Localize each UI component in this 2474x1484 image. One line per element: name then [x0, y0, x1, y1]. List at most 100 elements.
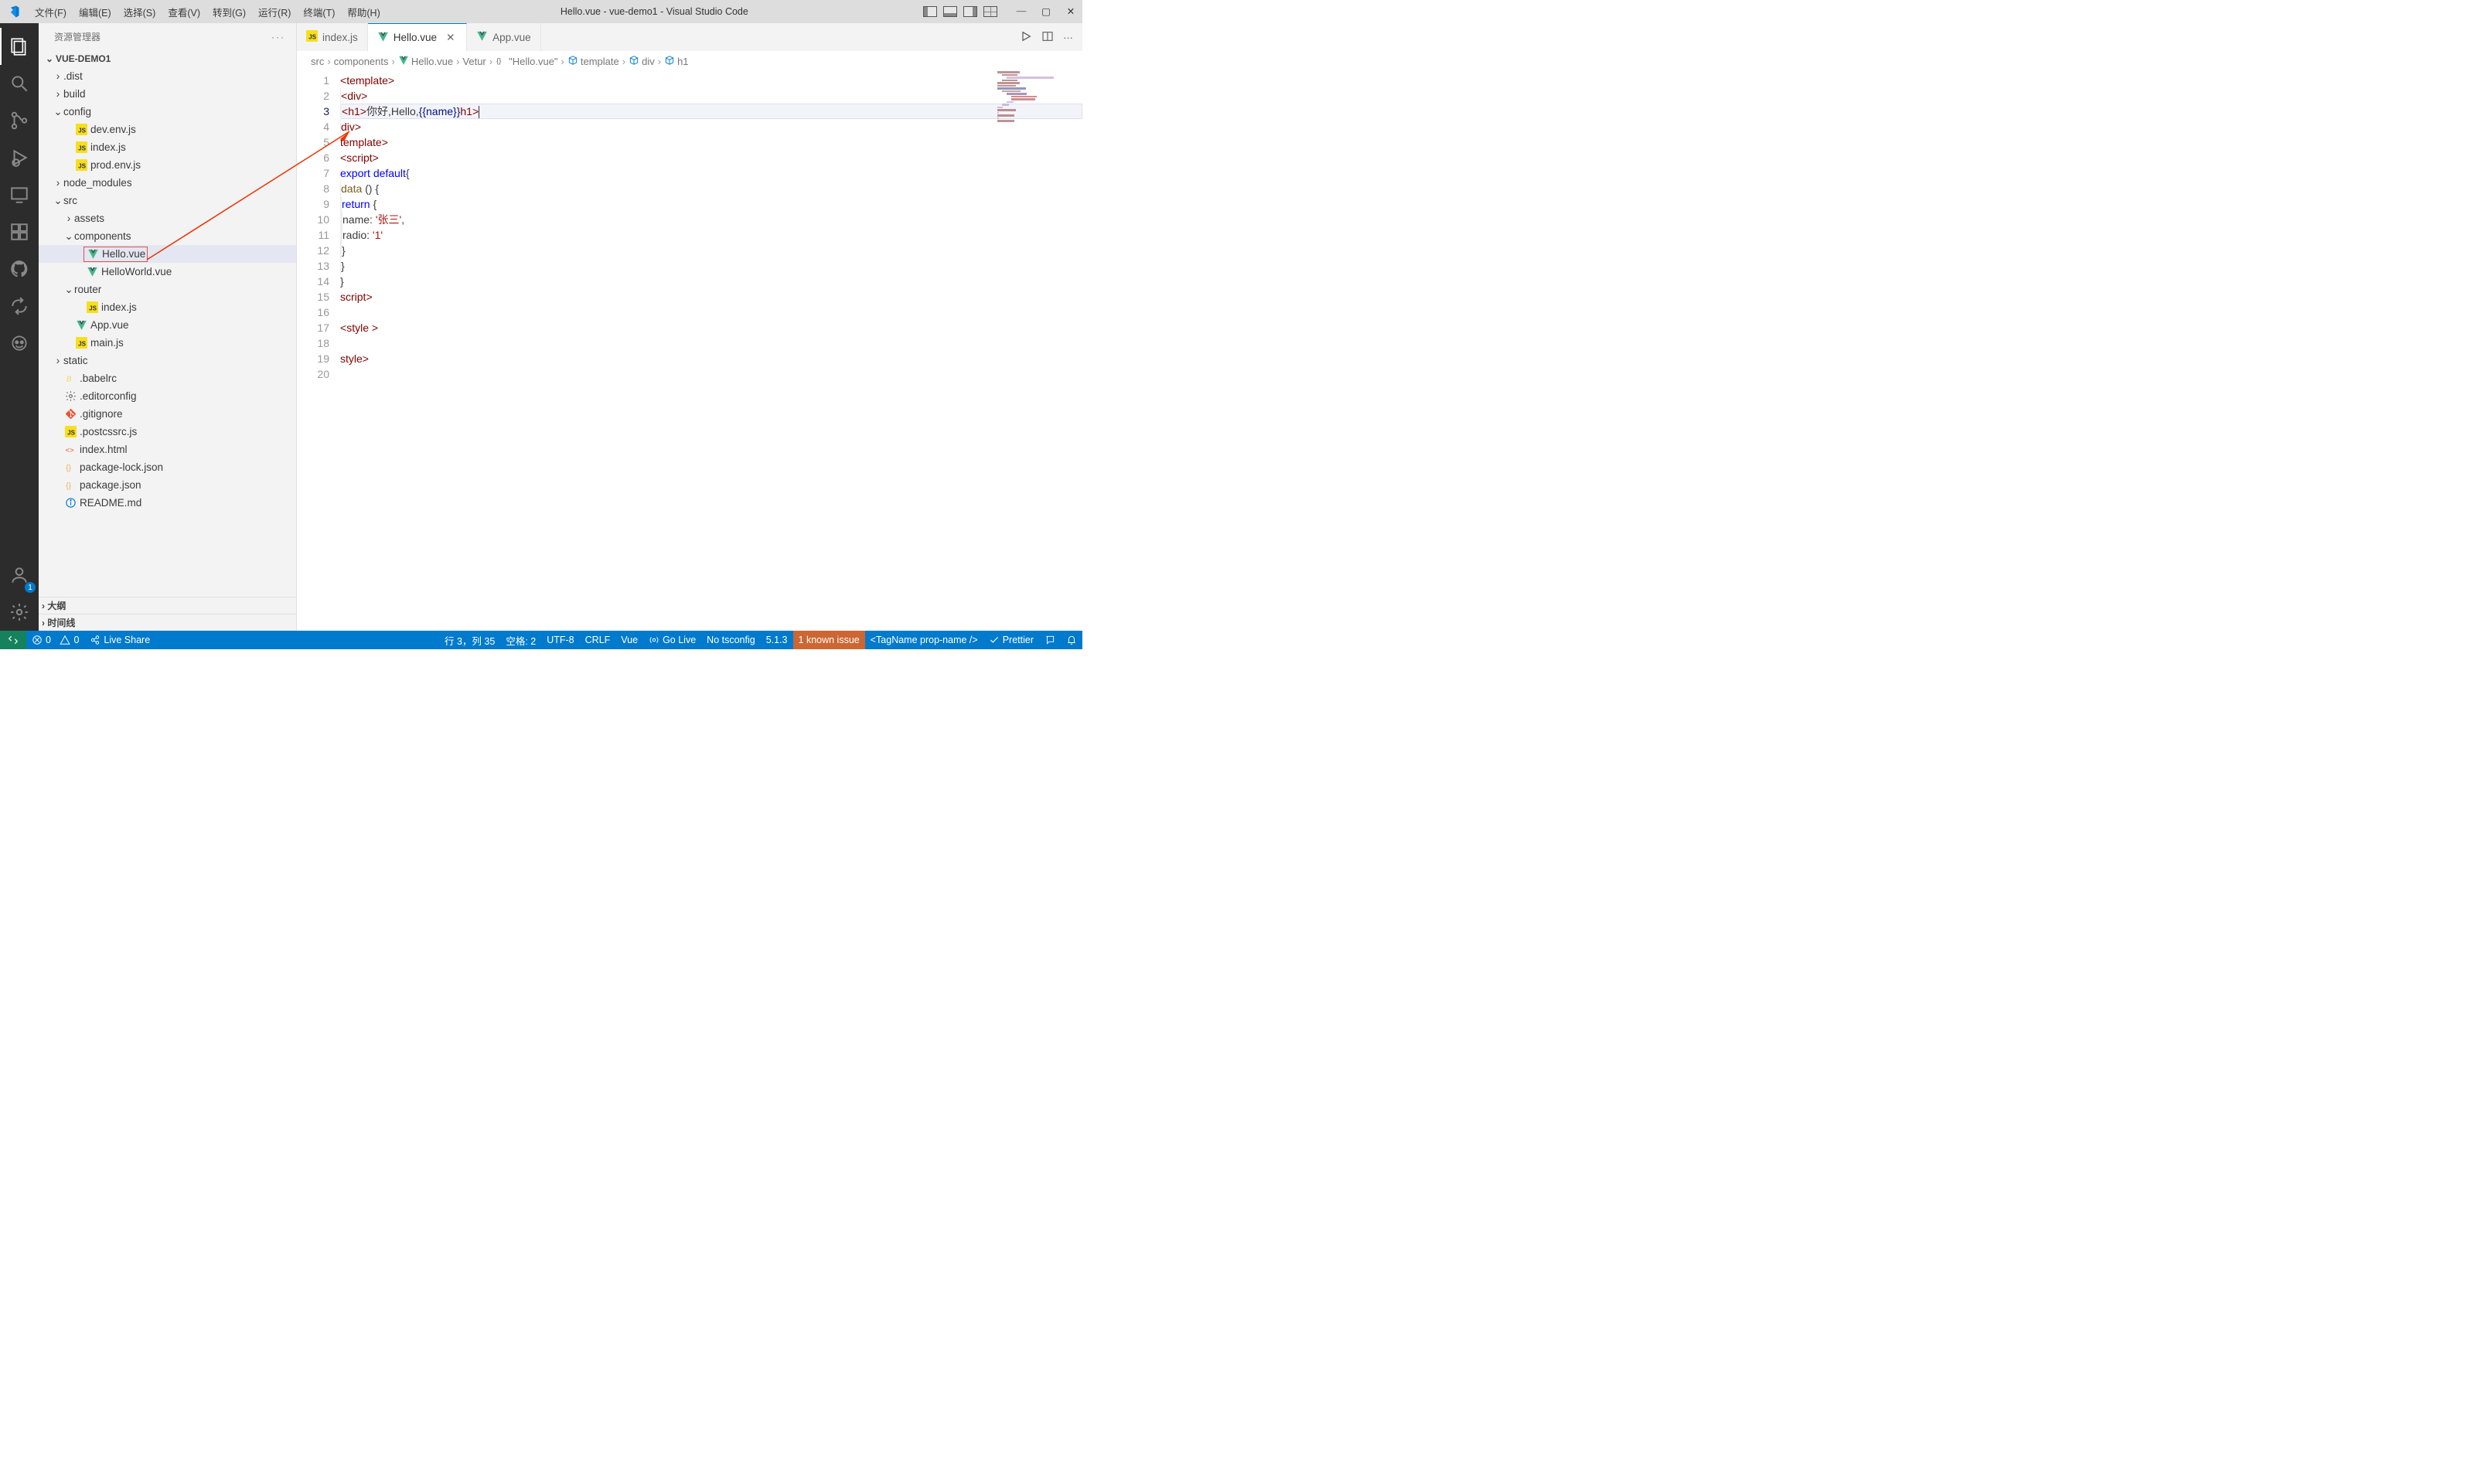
- code-line[interactable]: export default{: [340, 165, 1082, 181]
- tree-file[interactable]: {}package.json: [39, 476, 296, 494]
- tree-folder[interactable]: ⌄components: [39, 227, 296, 245]
- menu-selection[interactable]: 选择(S): [118, 3, 162, 21]
- breadcrumb-segment[interactable]: src: [311, 56, 324, 67]
- tree-file[interactable]: {}package-lock.json: [39, 458, 296, 476]
- toggle-primary-sidebar-icon[interactable]: [923, 6, 937, 17]
- editor-tab[interactable]: JSindex.js: [297, 23, 368, 51]
- eol-status[interactable]: CRLF: [580, 631, 616, 649]
- maximize-icon[interactable]: ▢: [1041, 5, 1051, 18]
- activity-settings-icon[interactable]: [0, 594, 39, 631]
- code-line[interactable]: data () {: [340, 181, 1082, 196]
- tree-file[interactable]: B.babelrc: [39, 369, 296, 387]
- breadcrumb-segment[interactable]: components: [334, 56, 389, 67]
- timeline-panel-header[interactable]: › 时间线: [39, 614, 296, 631]
- more-actions-icon[interactable]: ···: [1063, 32, 1073, 43]
- menu-help[interactable]: 帮助(H): [342, 3, 385, 21]
- tree-folder[interactable]: ›.dist: [39, 67, 296, 85]
- breadcrumb-segment[interactable]: div: [629, 55, 655, 68]
- code-line[interactable]: <script>: [340, 150, 1082, 165]
- tree-file[interactable]: <>index.html: [39, 441, 296, 458]
- code-line[interactable]: name: '张三',: [340, 212, 1082, 227]
- breadcrumb-segment[interactable]: {}"Hello.vue": [496, 55, 557, 68]
- toggle-secondary-sidebar-icon[interactable]: [963, 6, 977, 17]
- tree-folder[interactable]: ⌄config: [39, 103, 296, 121]
- tree-folder[interactable]: ›node_modules: [39, 174, 296, 192]
- code-content[interactable]: <template> <div> <h1>你好,Hello,{{name}}h1…: [340, 71, 1082, 631]
- activity-accounts-icon[interactable]: 1: [0, 556, 39, 594]
- activity-remote-icon[interactable]: [0, 176, 39, 213]
- activity-forward-icon[interactable]: [0, 288, 39, 325]
- tsconfig-status[interactable]: No tsconfig: [701, 631, 761, 649]
- tree-file[interactable]: JSindex.js: [39, 298, 296, 316]
- tree-file[interactable]: Hello.vue: [39, 245, 296, 263]
- code-line[interactable]: style>: [340, 351, 1082, 366]
- code-line[interactable]: }: [340, 258, 1082, 274]
- problems-status[interactable]: 0 0: [26, 631, 84, 649]
- tree-folder[interactable]: ›build: [39, 85, 296, 103]
- code-line[interactable]: script>: [340, 289, 1082, 305]
- feedback-icon[interactable]: [1039, 631, 1061, 649]
- tree-folder[interactable]: ⌄src: [39, 192, 296, 209]
- activity-explorer-icon[interactable]: [0, 28, 39, 65]
- tab-close-icon[interactable]: ✕: [446, 32, 457, 44]
- indentation-status[interactable]: 空格: 2: [500, 631, 541, 649]
- close-icon[interactable]: ✕: [1065, 5, 1076, 18]
- menu-run[interactable]: 运行(R): [253, 3, 296, 21]
- code-line[interactable]: <style >: [340, 320, 1082, 335]
- notifications-icon[interactable]: [1061, 631, 1082, 649]
- code-line[interactable]: radio: '1': [340, 227, 1082, 243]
- code-editor[interactable]: 1234567891011121314151617181920 <templat…: [297, 71, 1082, 631]
- tree-file[interactable]: .gitignore: [39, 405, 296, 423]
- tagname-status[interactable]: <TagName prop-name />: [865, 631, 983, 649]
- breadcrumb-segment[interactable]: h1: [664, 55, 688, 68]
- language-mode-status[interactable]: Vue: [615, 631, 643, 649]
- activity-extensions-icon[interactable]: [0, 213, 39, 250]
- tree-folder[interactable]: ›static: [39, 352, 296, 369]
- menu-go[interactable]: 转到(G): [207, 3, 251, 21]
- known-issue-status[interactable]: 1 known issue: [793, 631, 865, 649]
- run-icon[interactable]: [1020, 30, 1032, 45]
- code-line[interactable]: return {: [340, 196, 1082, 212]
- tree-file[interactable]: HelloWorld.vue: [39, 263, 296, 281]
- code-line[interactable]: <h1>你好,Hello,{{name}}h1>: [340, 104, 1082, 119]
- code-line[interactable]: <template>: [340, 73, 1082, 88]
- code-line[interactable]: [340, 335, 1082, 351]
- code-line[interactable]: [340, 366, 1082, 382]
- split-editor-icon[interactable]: [1041, 30, 1054, 45]
- code-line[interactable]: }: [340, 274, 1082, 289]
- editor-tab[interactable]: Hello.vue✕: [368, 23, 467, 51]
- toggle-panel-icon[interactable]: [943, 6, 957, 17]
- tree-folder[interactable]: ⌄router: [39, 281, 296, 298]
- code-line[interactable]: div>: [340, 119, 1082, 134]
- menu-view[interactable]: 查看(V): [162, 3, 206, 21]
- breadcrumb-segment[interactable]: Vetur: [462, 56, 486, 67]
- menu-file[interactable]: 文件(F): [29, 3, 72, 21]
- code-line[interactable]: <div>: [340, 88, 1082, 104]
- code-line[interactable]: template>: [340, 134, 1082, 150]
- remote-indicator[interactable]: [0, 631, 26, 649]
- tree-file[interactable]: JSmain.js: [39, 334, 296, 352]
- activity-run-debug-icon[interactable]: [0, 139, 39, 176]
- activity-source-control-icon[interactable]: [0, 102, 39, 139]
- project-root[interactable]: ⌄ VUE-DEMO1: [39, 50, 296, 67]
- tree-file[interactable]: README.md: [39, 494, 296, 512]
- tree-folder[interactable]: ›assets: [39, 209, 296, 227]
- version-status[interactable]: 5.1.3: [761, 631, 793, 649]
- go-live-status[interactable]: Go Live: [643, 631, 701, 649]
- code-line[interactable]: }: [340, 243, 1082, 258]
- customize-layout-icon[interactable]: [983, 6, 997, 17]
- minimize-icon[interactable]: —: [1016, 5, 1027, 18]
- tree-file[interactable]: App.vue: [39, 316, 296, 334]
- outline-panel-header[interactable]: › 大纲: [39, 597, 296, 614]
- menu-edit[interactable]: 编辑(E): [73, 3, 117, 21]
- code-line[interactable]: [340, 305, 1082, 320]
- editor-tab[interactable]: App.vue: [467, 23, 541, 51]
- live-share-status[interactable]: Live Share: [84, 631, 155, 649]
- tree-file[interactable]: JSindex.js: [39, 138, 296, 156]
- tree-file[interactable]: .editorconfig: [39, 387, 296, 405]
- encoding-status[interactable]: UTF-8: [541, 631, 579, 649]
- prettier-status[interactable]: Prettier: [983, 631, 1039, 649]
- tree-file[interactable]: JS.postcssrc.js: [39, 423, 296, 441]
- explorer-more-icon[interactable]: ···: [271, 32, 285, 43]
- activity-search-icon[interactable]: [0, 65, 39, 102]
